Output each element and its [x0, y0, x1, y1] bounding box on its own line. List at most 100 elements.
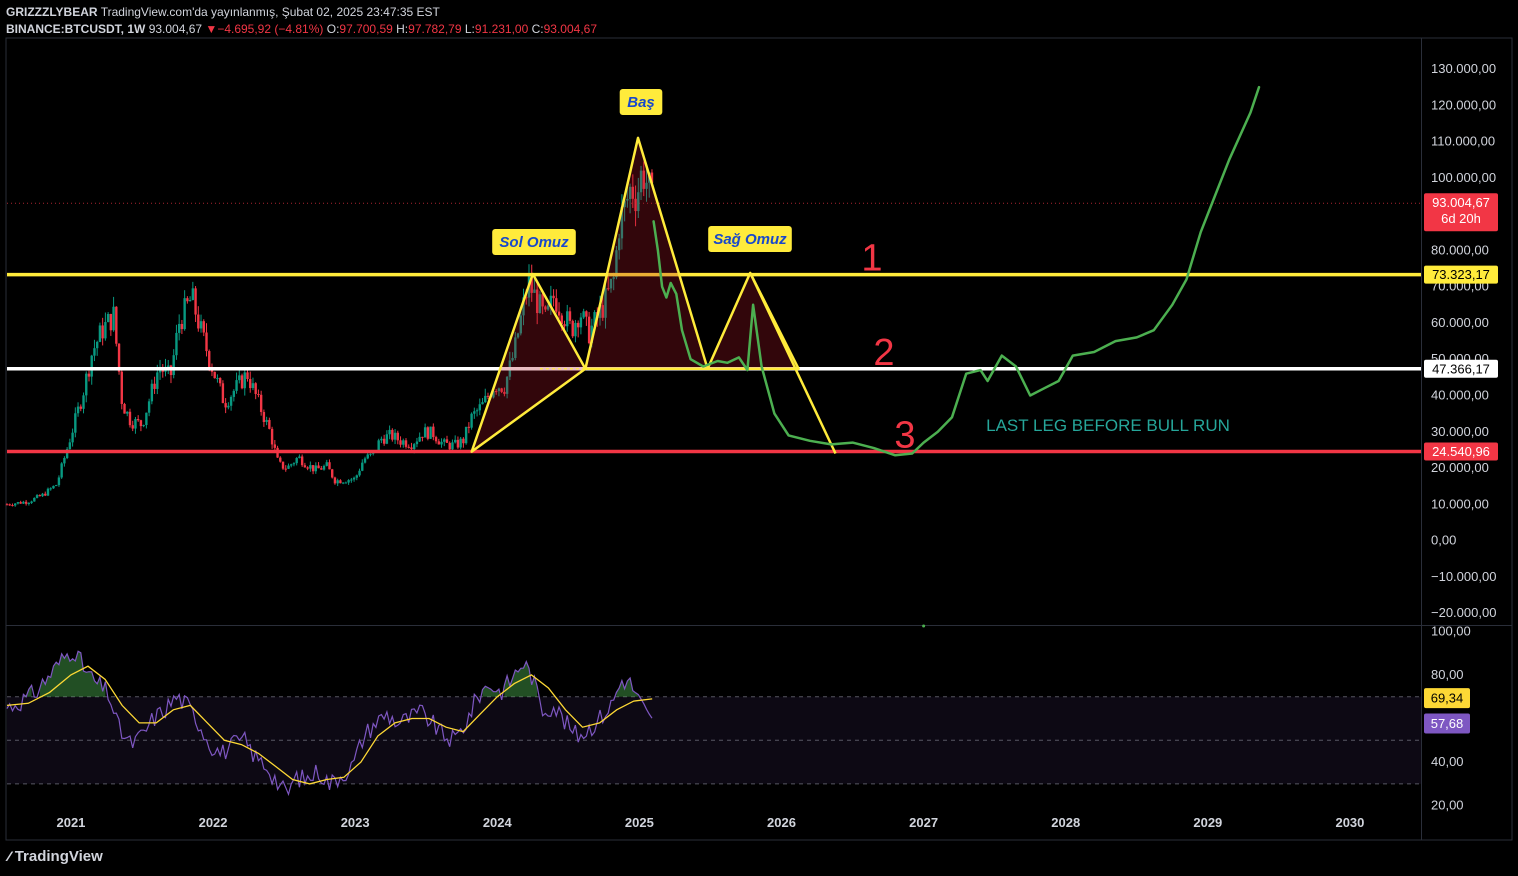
candle-body — [404, 440, 408, 447]
price-tick-label: 10.000,00 — [1431, 496, 1489, 511]
candle-body — [273, 444, 277, 448]
candle-body — [413, 444, 416, 450]
candle-body — [85, 373, 88, 396]
candle-body — [227, 405, 230, 408]
price-tick-label: 30.000,00 — [1431, 424, 1489, 439]
chart-canvas[interactable]: 130.000,00120.000,00110.000,00100.000,00… — [0, 0, 1518, 876]
candle-body — [552, 295, 555, 299]
candle-body — [8, 504, 11, 506]
candle-body — [448, 442, 451, 450]
time-tick-label: 2022 — [199, 815, 228, 830]
candle-body — [325, 462, 328, 466]
candle-body — [216, 378, 219, 380]
candle-body — [235, 380, 238, 391]
candle-body — [115, 306, 118, 344]
candle-body — [306, 467, 309, 469]
candle-body — [128, 411, 132, 426]
candle-body — [27, 502, 31, 504]
countdown-label: 6d 20h — [1441, 211, 1481, 226]
close-label: C: — [531, 22, 544, 36]
candle-body — [172, 355, 175, 376]
last-price: 93.004,67 — [148, 22, 203, 36]
candle-body — [440, 441, 443, 445]
candle-body — [467, 426, 471, 428]
candle-body — [350, 479, 353, 481]
symbol-name[interactable]: BINANCE:BTCUSDT, 1W — [6, 22, 145, 36]
candle-body — [317, 465, 320, 469]
candle-body — [268, 419, 271, 429]
candle-body — [41, 493, 44, 497]
price-tick-label: 100.000,00 — [1431, 170, 1496, 185]
candle-body — [246, 372, 249, 380]
current-price-label: 93.004,67 — [1432, 195, 1490, 210]
candle-body — [265, 419, 268, 423]
time-tick-label: 2023 — [341, 815, 370, 830]
candle-body — [568, 311, 572, 321]
candle-body — [279, 457, 282, 462]
time-tick-label: 2030 — [1335, 815, 1364, 830]
candle-body — [421, 436, 424, 438]
candle-body — [46, 488, 50, 496]
candle-body — [147, 401, 151, 413]
candle-body — [76, 406, 80, 414]
candle-body — [33, 497, 36, 502]
candle-body — [303, 465, 307, 468]
right-shoulder — [706, 271, 800, 371]
candle-body — [344, 482, 348, 484]
change-arrow-icon: ▼ — [205, 22, 218, 36]
candle-body — [366, 454, 369, 459]
candle-body — [101, 325, 104, 339]
author-name: GRIZZZLYBEAR — [6, 5, 98, 19]
candle-body — [314, 465, 318, 472]
high-label: H: — [396, 22, 409, 36]
price-tick-label: 40.000,00 — [1431, 387, 1489, 402]
time-tick-label: 2027 — [909, 815, 938, 830]
open-value: 97.700,59 — [339, 22, 393, 36]
level-tag: 3 — [894, 415, 915, 457]
candle-body — [566, 311, 569, 327]
candle-body — [49, 488, 52, 490]
candle-body — [175, 332, 178, 356]
tradingview-logo[interactable]: ⁄⁄ TradingView — [8, 848, 103, 865]
candle-body — [453, 439, 457, 443]
price-tick-label: 0,00 — [1431, 533, 1456, 548]
candle-body — [205, 332, 208, 352]
pattern-label-head: Baş — [627, 94, 655, 111]
candle-body — [396, 432, 400, 441]
candle-body — [68, 442, 72, 450]
candle-body — [385, 434, 389, 444]
candle-body — [415, 441, 419, 445]
candle-body — [470, 413, 473, 428]
candle-body — [79, 406, 82, 409]
candle-body — [87, 373, 91, 377]
candle-body — [82, 395, 85, 409]
candle-body — [186, 298, 189, 302]
price-tick-label: 60.000,00 — [1431, 315, 1489, 330]
rsi-tick-label: 80,00 — [1431, 667, 1464, 682]
candle-body — [191, 288, 195, 300]
candle-body — [104, 322, 107, 339]
candle-body — [355, 475, 359, 478]
candle-body — [585, 311, 588, 317]
candle-body — [221, 383, 225, 404]
projection-path — [652, 85, 1261, 457]
candle-body — [298, 456, 301, 459]
candle-body — [426, 427, 430, 439]
low-label: L: — [464, 22, 475, 36]
candle-body — [270, 428, 274, 445]
candle-body — [352, 477, 356, 480]
stray-dot — [922, 624, 926, 628]
candle-body — [90, 355, 93, 377]
candle-body — [322, 465, 326, 470]
candle-body — [120, 371, 123, 404]
candle-body — [16, 502, 20, 504]
price-change: −4.695,92 (−4.81%) — [217, 22, 324, 36]
candle-body — [197, 314, 200, 329]
candle-body — [208, 351, 211, 367]
time-tick-label: 2029 — [1193, 815, 1222, 830]
pattern-label-left: Sol Omuz — [499, 234, 569, 251]
candle-body — [287, 465, 290, 469]
candle-body — [180, 323, 184, 330]
candle-body — [486, 395, 490, 397]
rsi-tick-label: 100,00 — [1431, 623, 1471, 638]
